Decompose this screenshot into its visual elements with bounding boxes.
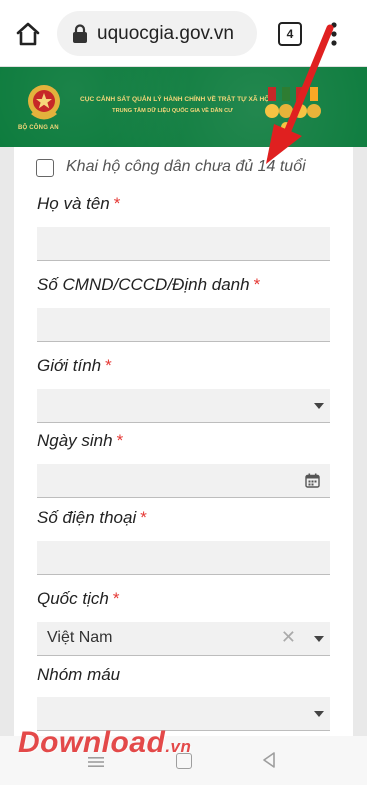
clear-icon[interactable]: ✕ [281, 627, 296, 648]
gender-label-text: Giới tính [37, 356, 102, 375]
required-mark: * [112, 589, 120, 608]
nationality-select[interactable]: Việt Nam ✕ [37, 622, 330, 656]
full-name-input[interactable] [37, 227, 330, 261]
blood-type-label-text: Nhóm máu [37, 665, 121, 684]
phone-input[interactable] [37, 541, 330, 575]
police-emblem-icon [28, 85, 60, 120]
nationality-value: Việt Nam [47, 629, 113, 646]
required-mark: * [113, 194, 121, 213]
birth-date-label: Ngày sinh * [37, 431, 123, 451]
header-title: CỤC CẢNH SÁT QUẢN LÝ HÀNH CHÍNH VỀ TRẬT … [80, 96, 272, 103]
required-mark: * [253, 275, 261, 294]
nationality-label: Quốc tịch * [37, 589, 119, 609]
address-bar[interactable]: uquocgia.gov.vn [57, 11, 257, 56]
birth-date-input[interactable] [37, 464, 330, 498]
watermark-tld: .vn [165, 737, 192, 756]
id-number-label-text: Số CMND/CCCD/Định danh [37, 275, 250, 294]
annotation-arrow-icon [266, 24, 334, 164]
gender-label: Giới tính * [37, 356, 112, 376]
chevron-down-icon [314, 403, 324, 409]
header-subtitle: TRUNG TÂM DỮ LIỆU QUỐC GIA VỀ DÂN CƯ [112, 108, 233, 114]
nationality-label-text: Quốc tịch [37, 589, 109, 608]
gender-select[interactable] [37, 389, 330, 423]
lock-icon [73, 24, 87, 43]
blood-type-label: Nhóm máu [37, 665, 120, 685]
required-mark: * [105, 356, 112, 375]
home-icon[interactable] [14, 20, 42, 48]
phone-label: Số điện thoại * [37, 508, 147, 528]
full-name-label-text: Họ và tên [37, 194, 110, 213]
chevron-down-icon [314, 636, 324, 642]
registration-form: Khai hộ công dân chưa đủ 14 tuổi Họ và t… [14, 147, 353, 785]
chevron-down-icon [314, 711, 324, 717]
download-watermark: Download.vn [18, 726, 191, 760]
emblem-caption: BỘ CÔNG AN [18, 125, 59, 131]
required-mark: * [140, 508, 147, 527]
birth-date-label-text: Ngày sinh [37, 431, 113, 450]
calendar-icon[interactable] [305, 473, 320, 488]
nav-back-icon[interactable] [262, 752, 276, 768]
proxy-declaration-checkbox[interactable] [36, 159, 54, 177]
watermark-text: Download [18, 726, 166, 759]
phone-label-text: Số điện thoại [37, 508, 137, 527]
id-number-label: Số CMND/CCCD/Định danh * [37, 275, 260, 295]
full-name-label: Họ và tên * [37, 194, 120, 214]
required-mark: * [116, 431, 124, 450]
id-number-input[interactable] [37, 308, 330, 342]
url-text: uquocgia.gov.vn [97, 23, 234, 44]
